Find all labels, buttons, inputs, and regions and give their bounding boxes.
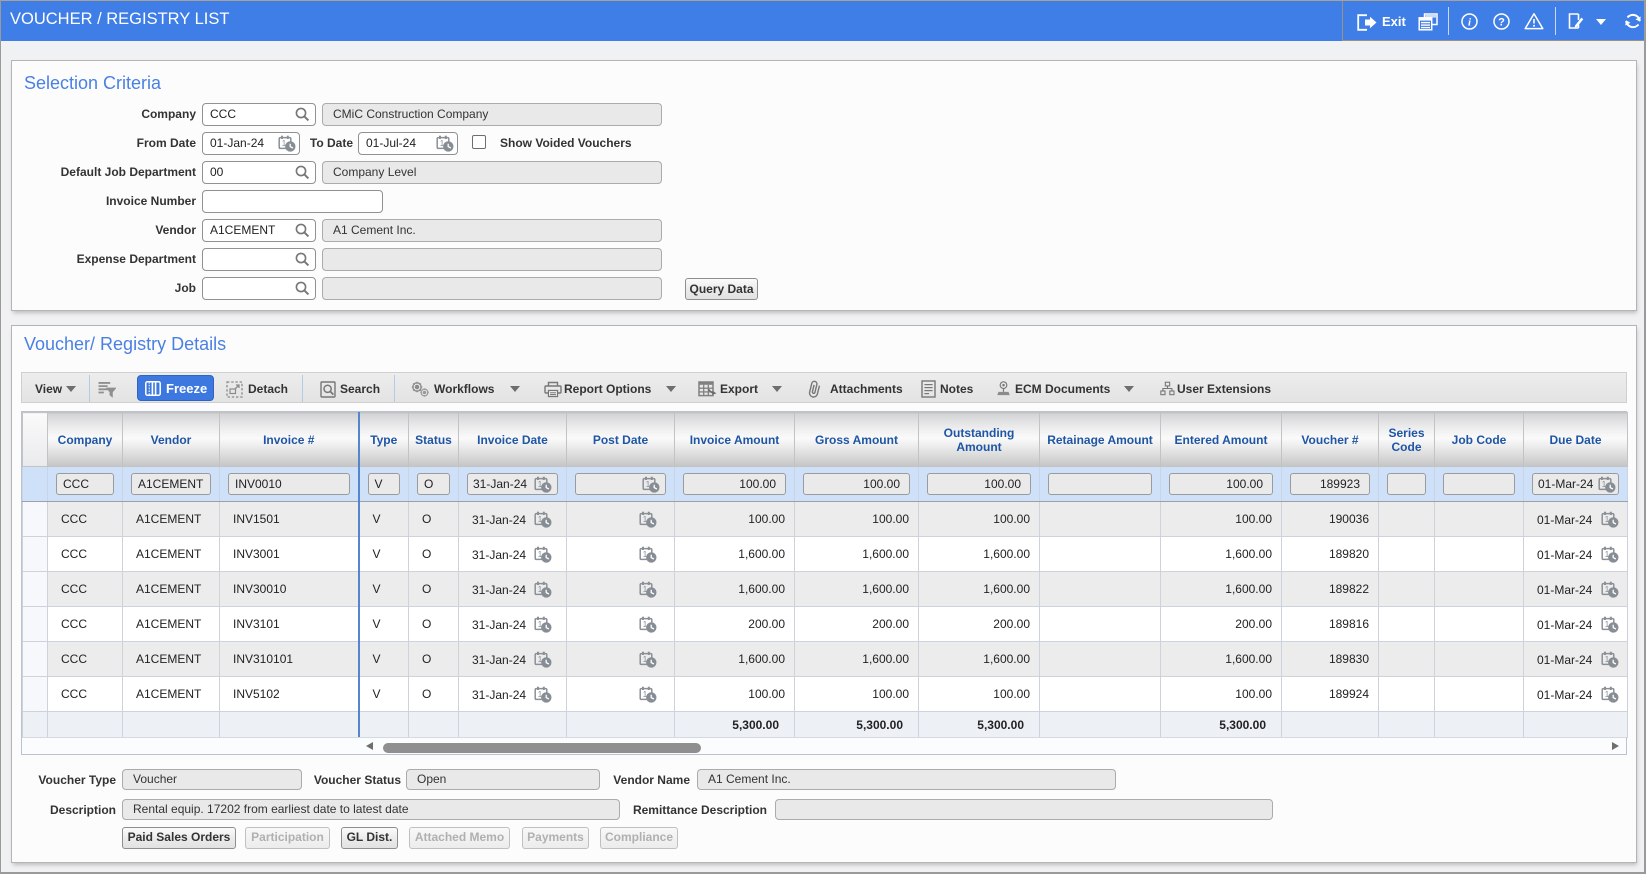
- svg-text:?: ?: [1498, 16, 1505, 28]
- svg-text:i: i: [1468, 17, 1472, 29]
